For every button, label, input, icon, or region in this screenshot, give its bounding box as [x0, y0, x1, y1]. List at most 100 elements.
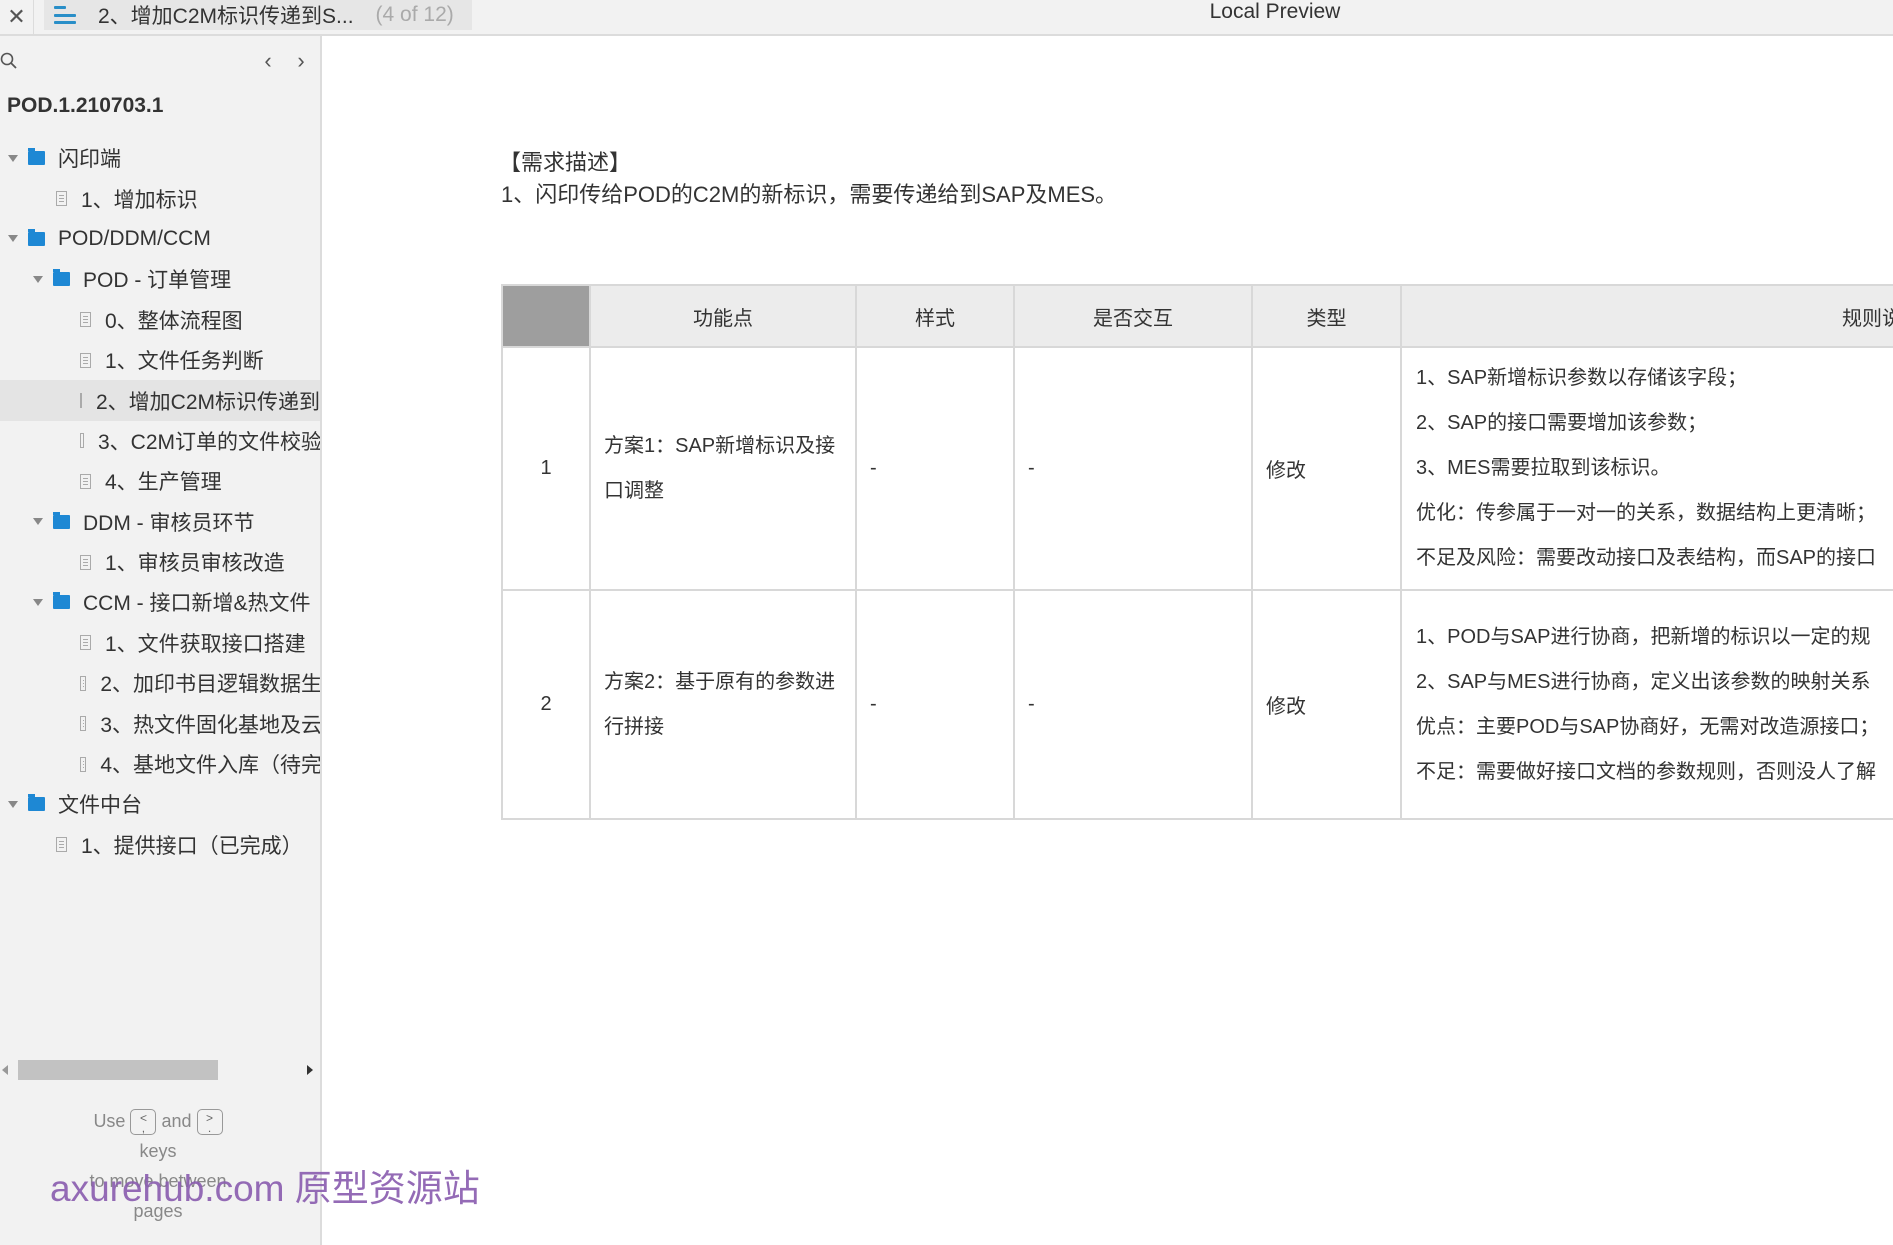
expand-arrow-icon[interactable] — [33, 275, 43, 283]
scrollbar-thumb[interactable] — [18, 1060, 218, 1080]
interactive-cell: - — [1013, 589, 1253, 820]
close-icon: ✕ — [7, 4, 26, 29]
rule-line: 1、SAP新增标识参数以存储该字段； — [1416, 367, 1748, 389]
tree-page[interactable]: 1、增加标识 — [0, 178, 320, 218]
page-icon — [56, 837, 67, 853]
tree-page[interactable]: 1、提供接口（已完成） — [0, 825, 320, 865]
tree-item-label: 2、加印书目逻辑数据生 — [100, 673, 322, 697]
page-icon — [80, 473, 91, 489]
rule-line: 1、POD与SAP进行协商，把新增的标识以一定的规 — [1416, 625, 1871, 648]
page-count: (4 of 12) — [375, 3, 454, 26]
style-cell: - — [855, 346, 1015, 591]
scroll-left-arrow-icon[interactable] — [2, 1065, 8, 1075]
tree-item-label: 1、文件获取接口搭建 — [105, 632, 306, 656]
rule-line: 优点：主要POD与SAP协商好，无需对改造源接口； — [1416, 715, 1880, 738]
type-cell: 修改 — [1251, 346, 1402, 591]
page-content: 【需求描述】 1、闪印传给POD的C2M的新标识，需要传递给到SAP及MES。 … — [322, 36, 1893, 1245]
tree-item-label: 2、增加C2M标识传递到S — [96, 390, 322, 414]
tree-item-label: 1、审核员审核改造 — [105, 552, 285, 576]
tree-item-label: 文件中台 — [58, 794, 142, 818]
rule-line: 不足：需要做好接口文档的参数规则，否则没人了解 — [1416, 760, 1876, 783]
header-style: 样式 — [855, 284, 1015, 348]
expand-arrow-icon[interactable] — [8, 800, 18, 808]
expand-arrow-icon[interactable] — [8, 235, 18, 243]
rule-line: 2、SAP的接口需要增加该参数； — [1416, 412, 1708, 434]
tree-page[interactable]: 0、整体流程图 — [0, 300, 320, 340]
header-interactive: 是否交互 — [1013, 284, 1253, 348]
interactive-cell: - — [1013, 346, 1253, 591]
page-icon — [80, 312, 91, 328]
scroll-right-arrow-icon[interactable] — [307, 1065, 313, 1075]
row-number: 1 — [501, 346, 591, 591]
folder-icon — [53, 269, 70, 287]
sidebar: ‹ › POD.1.210703.1 闪印端 1、增加标识 POD/DDM/CCM P… — [0, 36, 322, 1245]
spec-table: 功能点 样式 是否交互 类型 规则说明 1 方案1：SAP新增标识及接口调整 -… — [501, 284, 1893, 820]
folder-icon — [53, 511, 70, 529]
function-cell: 方案2：基于原有的参数进行拼接 — [589, 589, 857, 820]
expand-arrow-icon[interactable] — [33, 598, 43, 606]
tree-page[interactable]: 2、增加C2M标识传递到S — [0, 380, 322, 421]
search-icon[interactable] — [0, 52, 18, 70]
header-type: 类型 — [1251, 284, 1402, 348]
page-selector[interactable]: 2、增加C2M标识传递到S... (4 of 12) — [44, 0, 472, 30]
tree-item-label: CCM - 接口新增&热文件 — [83, 592, 311, 616]
hint-use: Use — [93, 1111, 126, 1131]
table-row: 2 方案2：基于原有的参数进行拼接 - - 修改 1、POD与SAP进行协商，把… — [501, 589, 1893, 820]
prev-page-button[interactable]: ‹ — [258, 48, 278, 74]
page-icon — [80, 675, 87, 691]
project-name: POD.1.210703.1 — [7, 94, 164, 117]
tree-page[interactable]: 4、生产管理 — [0, 461, 320, 501]
tree-item-label: POD - 订单管理 — [83, 269, 232, 293]
period-key-icon: >. — [196, 1109, 223, 1136]
row-number: 2 — [501, 589, 591, 820]
table-row: 1 方案1：SAP新增标识及接口调整 - - 修改 1、SAP新增标识参数以存储… — [501, 346, 1893, 591]
menu-icon — [54, 6, 76, 24]
tree-item-label: DDM - 审核员环节 — [83, 511, 255, 535]
hint-and: and — [161, 1111, 192, 1131]
app-title: Local Preview — [1209, 0, 1341, 23]
header-rules: 规则说明 — [1400, 284, 1893, 348]
tree-page[interactable]: 4、基地文件入库（待完 — [0, 744, 322, 784]
horizontal-scrollbar[interactable] — [0, 1060, 320, 1082]
page-icon — [80, 716, 87, 732]
watermark: axurehub.com 原型资源站 — [50, 1168, 480, 1209]
rule-line: 3、MES需要拉取到该标识。 — [1416, 457, 1671, 479]
page-icon — [56, 191, 67, 207]
header-function: 功能点 — [589, 284, 857, 348]
tree-folder[interactable]: POD/DDM/CCM — [0, 219, 320, 259]
top-bar: ✕ 2、增加C2M标识传递到S... (4 of 12) Local Previ… — [0, 0, 1893, 36]
tree-page[interactable]: 1、文件获取接口搭建 — [0, 623, 320, 663]
rule-line: 2、SAP与MES进行协商，定义出该参数的映射关系 — [1416, 670, 1871, 693]
tree-page[interactable]: 3、热文件固化基地及云 — [0, 703, 320, 743]
tree-folder[interactable]: 文件中台 — [0, 784, 320, 824]
folder-icon — [28, 794, 45, 812]
next-page-button[interactable]: › — [291, 48, 311, 74]
tree-page[interactable]: 1、审核员审核改造 — [0, 542, 320, 582]
tree-item-label: 3、C2M订单的文件校验 — [97, 430, 322, 454]
style-cell: - — [855, 589, 1015, 820]
tree-folder[interactable]: DDM - 审核员环节 — [0, 502, 320, 542]
table-header-row: 功能点 样式 是否交互 类型 规则说明 — [501, 284, 1893, 348]
header-corner — [501, 284, 591, 348]
function-cell: 方案1：SAP新增标识及接口调整 — [589, 346, 857, 591]
tree-item-label: 1、增加标识 — [81, 188, 198, 212]
folder-icon — [28, 228, 45, 246]
page-icon — [80, 635, 91, 651]
comma-key-icon: <, — [130, 1109, 157, 1136]
tree-item-label: 闪印端 — [58, 148, 121, 172]
page-icon — [80, 756, 87, 772]
tree-folder[interactable]: CCM - 接口新增&热文件 — [0, 582, 320, 622]
close-button[interactable]: ✕ — [0, 0, 34, 34]
tree-page[interactable]: 2、加印书目逻辑数据生 — [0, 663, 322, 703]
requirement-heading: 【需求描述】 — [499, 150, 632, 175]
page-tree: 闪印端 1、增加标识 POD/DDM/CCM POD - 订单管理 0、整体流程图 1、文… — [0, 138, 322, 865]
tree-item-label: 4、基地文件入库（待完 — [100, 754, 322, 778]
tree-folder[interactable]: 闪印端 — [0, 138, 320, 178]
tree-page[interactable]: 1、文件任务判断 — [0, 340, 320, 380]
expand-arrow-icon[interactable] — [33, 518, 43, 526]
tree-folder[interactable]: POD - 订单管理 — [0, 259, 320, 299]
expand-arrow-icon[interactable] — [8, 154, 18, 162]
tree-page[interactable]: 3、C2M订单的文件校验 — [0, 421, 322, 461]
rule-line: 优化：传参属于一对一的关系，数据结构上更清晰； — [1416, 502, 1876, 524]
rule-line: 不足及风险：需要改动接口及表结构，而SAP的接口 — [1416, 547, 1877, 569]
